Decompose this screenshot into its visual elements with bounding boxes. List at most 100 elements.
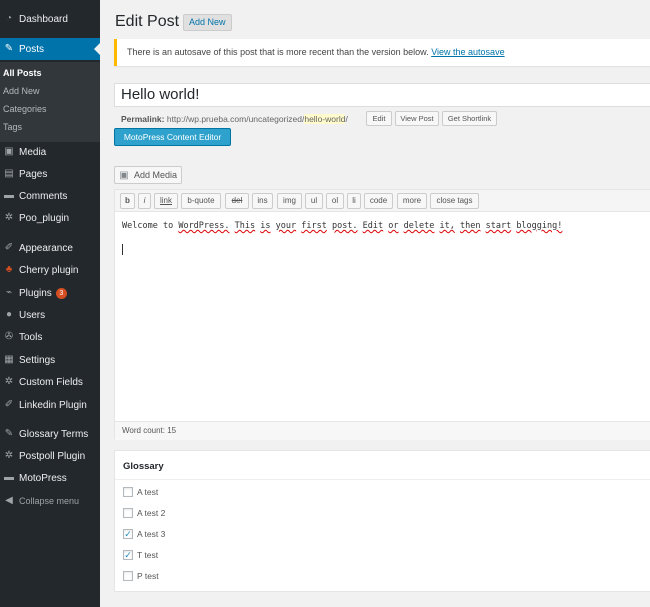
menu-item-settings[interactable]: ▦ Settings [0, 349, 100, 371]
checkbox[interactable] [123, 487, 133, 497]
menu-label: Custom Fields [19, 376, 83, 388]
menu-item-poo-plugin[interactable]: ✲ Poo_plugin [0, 207, 100, 229]
media-icon: ▣ [4, 146, 14, 157]
submenu-all-posts[interactable]: All Posts [3, 68, 42, 78]
menu-label: Comments [19, 190, 68, 202]
glossary-item-label: A test 3 [137, 529, 166, 539]
qt-ol-button[interactable]: ol [326, 193, 344, 209]
glossary-icon: ✎ [4, 428, 14, 439]
tools-icon: ✇ [4, 331, 14, 342]
qt-del-button[interactable]: del [225, 193, 249, 209]
submenu-add-new[interactable]: Add New [3, 86, 40, 96]
menu-label: Media [19, 146, 47, 158]
media-icon: ▣ [119, 169, 129, 181]
users-icon: ● [5, 309, 13, 320]
menu-item-dashboard[interactable]: ◔ Dashboard [0, 8, 100, 30]
edit-permalink-button[interactable]: Edit [366, 111, 392, 126]
get-shortlink-button[interactable]: Get Shortlink [442, 111, 497, 126]
comments-icon: ▬ [4, 190, 14, 201]
menu-item-glossary-terms[interactable]: ✎ Glossary Terms [0, 423, 100, 445]
qt-img-button[interactable]: img [277, 193, 302, 209]
view-post-button[interactable]: View Post [395, 111, 439, 126]
pages-icon: ▤ [4, 168, 14, 179]
add-new-button[interactable]: Add New [183, 14, 232, 31]
qt-link-button[interactable]: link [154, 193, 178, 209]
pin-icon: ✎ [4, 43, 14, 54]
menu-item-postpoll-plugin[interactable]: ✲ Postpoll Plugin [0, 445, 100, 467]
plugins-icon: ⌁ [5, 287, 13, 298]
collapse-label: Collapse menu [19, 496, 80, 506]
menu-label: MotoPress [19, 472, 67, 484]
qt-close-tags-button[interactable]: close tags [430, 193, 479, 209]
menu-item-users[interactable]: ● Users [0, 304, 100, 326]
collapse-menu-button[interactable]: ◀ Collapse menu [0, 490, 100, 512]
menu-item-plugins[interactable]: ⌁ Plugins 3 [0, 282, 100, 304]
post-title-input[interactable]: Hello world! [114, 83, 650, 107]
content-word: blogging! [516, 221, 563, 231]
permalink-end: / [345, 114, 348, 124]
qt-blockquote-button[interactable]: b-quote [181, 193, 221, 209]
content-word: to [162, 221, 174, 231]
menu-item-media[interactable]: ▣ Media [0, 141, 100, 163]
notice-text: There is an autosave of this post that i… [127, 47, 429, 57]
glossary-item[interactable]: ✓ T test [123, 550, 158, 560]
glossary-item[interactable]: A test 2 [123, 508, 165, 518]
menu-item-comments[interactable]: ▬ Comments [0, 185, 100, 207]
menu-label: Settings [19, 354, 56, 366]
glossary-title: Glossary [123, 461, 164, 472]
main-content: Edit Post Add New There is an autosave o… [100, 0, 650, 607]
menu-item-motopress[interactable]: ▬ MotoPress [0, 467, 100, 489]
motopress-editor-button[interactable]: MotoPress Content Editor [114, 128, 231, 146]
menu-item-cherry-plugin[interactable]: ♣ Cherry plugin [0, 259, 100, 281]
content-word: or [388, 221, 399, 231]
permalink-row: Permalink: http://wp.prueba.com/uncatego… [121, 114, 348, 124]
appearance-icon: ✐ [4, 242, 14, 253]
add-media-button[interactable]: ▣ Add Media [114, 166, 182, 184]
menu-label: Posts [19, 43, 45, 55]
menu-label: Poo_plugin [19, 212, 70, 224]
settings-icon: ▦ [4, 354, 14, 365]
permalink-slug[interactable]: hello-world [304, 114, 346, 124]
submenu-categories[interactable]: Categories [3, 104, 47, 114]
menu-item-posts[interactable]: ✎ Posts [0, 38, 100, 60]
glossary-item[interactable]: P test [123, 571, 159, 581]
submenu-tags[interactable]: Tags [3, 122, 22, 132]
glossary-item[interactable]: ✓ A test 3 [123, 529, 165, 539]
checkbox[interactable]: ✓ [123, 529, 133, 539]
motopress-icon: ▬ [4, 472, 14, 483]
qt-li-button[interactable]: li [347, 193, 361, 209]
menu-label: Postpoll Plugin [19, 450, 86, 462]
menu-item-custom-fields[interactable]: ✲ Custom Fields [0, 371, 100, 393]
menu-item-linkedin-plugin[interactable]: ✐ Linkedin Plugin [0, 394, 100, 416]
qt-italic-button[interactable]: i [138, 193, 151, 209]
dashboard-icon: ◔ [5, 13, 13, 24]
menu-label: Appearance [19, 242, 73, 254]
checkbox[interactable] [123, 571, 133, 581]
menu-item-tools[interactable]: ✇ Tools [0, 326, 100, 348]
text-editor: b i link b-quote del ins img ul ol li co… [114, 189, 650, 440]
qt-code-button[interactable]: code [364, 193, 393, 209]
add-media-label: Add Media [134, 170, 178, 180]
divider [115, 479, 650, 480]
content-word: WordPress. [178, 221, 230, 231]
view-autosave-link[interactable]: View the autosave [431, 47, 504, 57]
qt-ins-button[interactable]: ins [252, 193, 273, 209]
collapse-arrow-icon: ◀ [5, 495, 13, 506]
glossary-metabox: Glossary A test A test 2 ✓ A test 3 ✓ T te… [114, 450, 650, 592]
checkbox[interactable] [123, 508, 133, 518]
checkbox[interactable]: ✓ [123, 550, 133, 560]
qt-ul-button[interactable]: ul [305, 193, 323, 209]
qt-more-button[interactable]: more [397, 193, 427, 209]
posts-submenu: All Posts Add New Categories Tags [0, 62, 100, 142]
content-word: Welcome [122, 221, 158, 231]
menu-item-pages[interactable]: ▤ Pages [0, 163, 100, 185]
glossary-item[interactable]: A test [123, 487, 158, 497]
post-content-textarea[interactable]: Welcome to WordPress. This is your first… [122, 221, 562, 231]
menu-item-appearance[interactable]: ✐ Appearance [0, 237, 100, 259]
content-word: delete [403, 221, 435, 231]
admin-sidebar: ◔ Dashboard ✎ Posts All Posts Add New Cate… [0, 0, 100, 607]
menu-label: Glossary Terms [19, 428, 89, 440]
qt-bold-button[interactable]: b [120, 193, 135, 209]
menu-label: Users [19, 309, 46, 321]
content-word: your [275, 221, 297, 231]
